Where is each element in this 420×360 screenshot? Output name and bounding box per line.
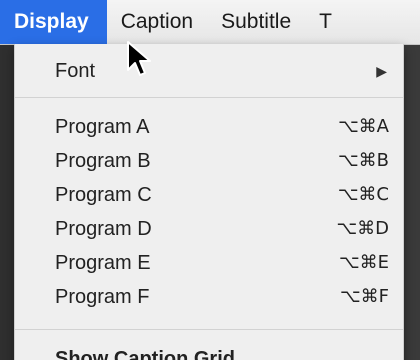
menu-item-label: Program A (55, 116, 150, 138)
menu-bar: Display Caption Subtitle T (0, 0, 420, 45)
menu-item-label: Program B (55, 150, 151, 172)
menu-item-program-f[interactable]: Program F ⌥⌘F (15, 280, 403, 314)
arrow-cursor-icon (127, 41, 151, 76)
menu-subtitle[interactable]: Subtitle (207, 0, 305, 44)
menu-item-program-b[interactable]: Program B ⌥⌘B (15, 144, 403, 178)
menu-item-shortcut: ⌥⌘D (336, 218, 389, 239)
menu-item-label: Program D (55, 218, 152, 240)
menu-item-show-caption-grid[interactable]: Show Caption Grid (15, 342, 403, 360)
menu-item-shortcut: ⌥⌘F (339, 286, 389, 307)
menu-item-font[interactable]: Font ▶ (15, 54, 403, 88)
menu-separator (15, 97, 403, 98)
menu-display[interactable]: Display (0, 0, 107, 44)
menu-caption[interactable]: Caption (107, 0, 207, 44)
menu-item-label: Font (55, 60, 96, 82)
menu-item-shortcut: ⌥⌘B (337, 150, 389, 171)
background-window-right (402, 44, 420, 360)
menu-item-shortcut: ⌥⌘A (337, 116, 389, 137)
screen: Display Caption Subtitle T Font ▶ Progra… (0, 0, 420, 360)
menu-separator (15, 329, 403, 330)
menu-item-shortcut: ⌥⌘C (337, 184, 389, 205)
menu-item-program-e[interactable]: Program E ⌥⌘E (15, 246, 403, 280)
menu-item-program-c[interactable]: Program C ⌥⌘C (15, 178, 403, 212)
menu-item-label: Program C (55, 184, 152, 206)
menu-item-program-a[interactable]: Program A ⌥⌘A (15, 110, 403, 144)
menu-truncated[interactable]: T (305, 0, 346, 44)
menu-item-label: Show Caption Grid (55, 348, 235, 360)
menu-item-label: Program E (55, 252, 151, 274)
submenu-arrow-icon: ▶ (376, 63, 387, 79)
menu-item-program-d[interactable]: Program D ⌥⌘D (15, 212, 403, 246)
menu-item-shortcut: ⌥⌘E (338, 252, 389, 273)
display-dropdown-menu: Font ▶ Program A ⌥⌘A Program B ⌥⌘B Progr… (14, 44, 404, 360)
menu-item-label: Program F (55, 286, 150, 308)
